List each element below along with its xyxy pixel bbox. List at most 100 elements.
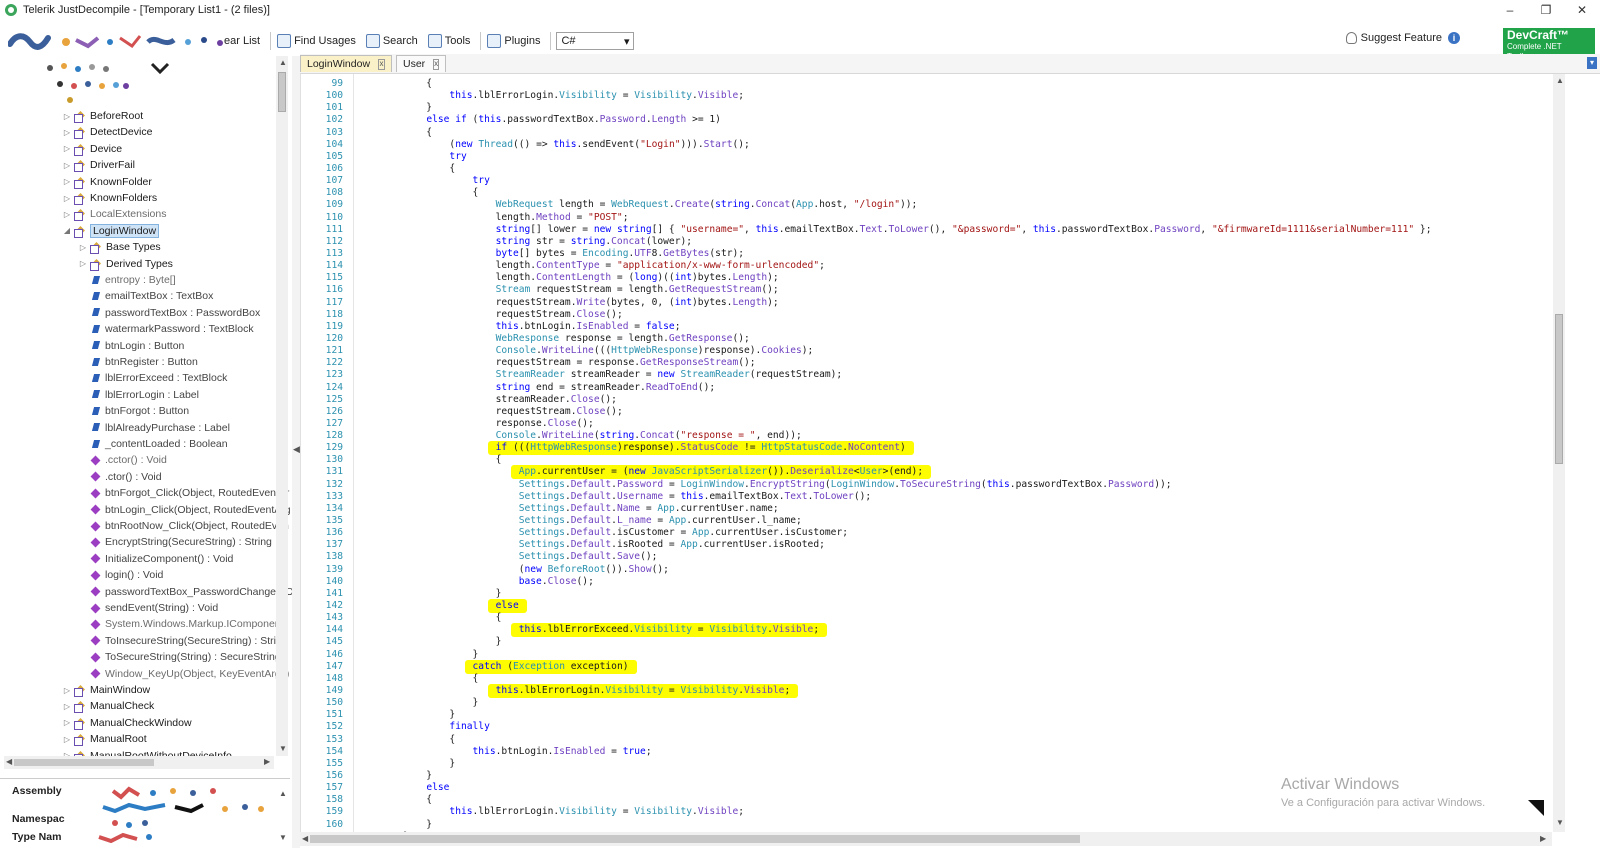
tree-item[interactable]: ◢ LoginWindow xyxy=(62,223,160,239)
code-line[interactable]: 104 (new Thread(() => this.sendEvent("Lo… xyxy=(301,139,1553,151)
panel-scroll-icon[interactable]: ▼ xyxy=(279,833,287,842)
code-line[interactable]: 128 Console.WriteLine(string.Concat("res… xyxy=(301,430,1553,442)
code-line[interactable]: 103 { xyxy=(301,127,1553,139)
close-tab-icon[interactable]: x xyxy=(378,58,385,70)
scrollbar-thumb[interactable] xyxy=(14,759,154,766)
code-line[interactable]: 119 this.btnLogin.IsEnabled = false; xyxy=(301,321,1553,333)
tree-item[interactable]: login() : Void xyxy=(78,567,163,583)
tree-vertical-scrollbar[interactable]: ▲ ▼ xyxy=(276,56,288,756)
tree-item[interactable]: ToInsecureString(SecureString) : String xyxy=(78,633,288,649)
code-line[interactable]: 137 Settings.Default.isRooted = App.curr… xyxy=(301,539,1553,551)
find-usages-button[interactable]: Find Usages xyxy=(274,30,359,52)
scrollbar-thumb[interactable] xyxy=(310,835,1080,843)
plugins-button[interactable]: Plugins xyxy=(484,30,543,52)
code-line[interactable]: 101 } xyxy=(301,102,1553,114)
code-line[interactable]: 120 WebResponse response = length.GetRes… xyxy=(301,333,1553,345)
tree-item[interactable]: ▷ KnownFolder xyxy=(62,174,152,190)
tree-item[interactable]: EncryptString(SecureString) : String xyxy=(78,534,272,550)
code-line[interactable]: 100 this.lblErrorLogin.Visibility = Visi… xyxy=(301,90,1553,102)
scroll-right-icon[interactable]: ▶ xyxy=(264,757,270,766)
code-line[interactable]: 141 } xyxy=(301,588,1553,600)
code-line[interactable]: 132 Settings.Default.Password = LoginWin… xyxy=(301,479,1553,491)
tree-horizontal-scrollbar[interactable]: ◀ ▶ xyxy=(4,756,274,769)
tree-item[interactable]: ▷ DriverFail xyxy=(62,157,135,173)
tree-item[interactable]: emailTextBox : TextBox xyxy=(78,288,213,304)
assembly-tree[interactable]: ▷ BeforeRoot ▷ DetectDevice ▷ Device ▷ DriverFa… xyxy=(0,56,292,771)
code-line[interactable]: 115 length.ContentLength = (long)((int)b… xyxy=(301,272,1553,284)
tree-item[interactable]: lblErrorLogin : Label xyxy=(78,387,199,403)
code-line[interactable]: 111 string[] lower = new string[] { "use… xyxy=(301,224,1553,236)
tree-item[interactable]: btnLogin_Click(Object, RoutedEventArg xyxy=(78,502,291,518)
code-line[interactable]: 122 requestStream = response.GetResponse… xyxy=(301,357,1553,369)
suggest-feature-link[interactable]: Suggest Feature i xyxy=(1345,32,1460,44)
code-line[interactable]: 123 StreamReader streamReader = new Stre… xyxy=(301,369,1553,381)
code-line[interactable]: 105 try xyxy=(301,151,1553,163)
code-line[interactable]: 126 requestStream.Close(); xyxy=(301,406,1553,418)
restore-button[interactable]: ❐ xyxy=(1528,0,1564,20)
close-button[interactable]: ✕ xyxy=(1564,0,1600,20)
code-line[interactable]: 117 requestStream.Write(bytes, 0, (int)b… xyxy=(301,297,1553,309)
scroll-up-icon[interactable]: ▲ xyxy=(279,58,287,67)
collapse-arrow-icon[interactable]: ◀ xyxy=(293,444,300,455)
tree-item[interactable]: ▷ BeforeRoot xyxy=(62,108,143,124)
tree-item[interactable]: entropy : Byte[] xyxy=(78,272,176,288)
expand-arrow-icon[interactable]: ▷ xyxy=(78,243,88,252)
code-line[interactable]: 121 Console.WriteLine(((HttpWebResponse)… xyxy=(301,345,1553,357)
code-line[interactable]: 153 { xyxy=(301,734,1553,746)
tab-user[interactable]: User x xyxy=(396,55,446,72)
tab-loginwindow[interactable]: LoginWindow x xyxy=(300,55,392,72)
scroll-left-icon[interactable]: ◀ xyxy=(6,757,12,766)
expand-arrow-icon[interactable]: ▷ xyxy=(62,128,72,137)
code-line[interactable]: 133 Settings.Default.Username = this.ema… xyxy=(301,491,1553,503)
code-line[interactable]: 116 Stream requestStream = length.GetReq… xyxy=(301,284,1553,296)
expand-arrow-icon[interactable]: ▷ xyxy=(62,210,72,219)
tree-item[interactable]: .ctor() : Void xyxy=(78,469,162,485)
tab-list-dropdown-icon[interactable]: ▾ xyxy=(1587,57,1597,69)
tree-item[interactable]: btnLogin : Button xyxy=(78,338,184,354)
code-line[interactable]: 155 } xyxy=(301,758,1553,770)
expand-arrow-icon[interactable]: ▷ xyxy=(62,702,72,711)
minimize-button[interactable]: – xyxy=(1492,0,1528,20)
code-line[interactable]: 145 } xyxy=(301,636,1553,648)
tree-item[interactable]: ▷ Derived Types xyxy=(78,256,173,272)
code-line[interactable]: 152 finally xyxy=(301,721,1553,733)
code-line[interactable]: 144 this.lblErrorExceed.Visibility = Vis… xyxy=(301,624,1553,636)
devcraft-banner[interactable]: DevCraft™ Complete .NET Toolbox xyxy=(1503,28,1595,61)
tree-item[interactable]: ToSecureString(String) : SecureString xyxy=(78,649,281,665)
expand-arrow-icon[interactable]: ▷ xyxy=(62,112,72,121)
tree-item[interactable]: btnRootNow_Click(Object, RoutedEven xyxy=(78,518,289,534)
code-line[interactable]: 102 else if (this.passwordTextBox.Passwo… xyxy=(301,114,1553,126)
panel-splitter[interactable]: ◀ xyxy=(292,56,300,848)
tree-item[interactable]: ▷ MainWindow xyxy=(62,682,150,698)
close-tab-icon[interactable]: x xyxy=(433,58,440,70)
expand-arrow-icon[interactable]: ▷ xyxy=(62,161,72,170)
code-line[interactable]: 125 streamReader.Close(); xyxy=(301,394,1553,406)
tree-item[interactable]: _contentLoaded : Boolean xyxy=(78,436,228,452)
expand-arrow-icon[interactable]: ▷ xyxy=(62,144,72,153)
code-line[interactable]: 150 } xyxy=(301,697,1553,709)
scroll-up-icon[interactable]: ▲ xyxy=(1556,76,1564,85)
tree-item[interactable]: sendEvent(String) : Void xyxy=(78,600,218,616)
language-select[interactable]: C# ▾ xyxy=(556,32,635,50)
tree-item[interactable]: .cctor() : Void xyxy=(78,452,167,468)
code-line[interactable]: 130 { xyxy=(301,454,1553,466)
code-line[interactable]: 112 string str = string.Concat(lower); xyxy=(301,236,1553,248)
code-line[interactable]: 114 length.ContentType = "application/x-… xyxy=(301,260,1553,272)
expand-arrow-icon[interactable]: ▷ xyxy=(62,735,72,744)
panel-scroll-icon[interactable]: ▲ xyxy=(279,789,287,798)
code-line[interactable]: 139 (new BeforeRoot()).Show(); xyxy=(301,564,1553,576)
code-line[interactable]: 136 Settings.Default.isCustomer = App.cu… xyxy=(301,527,1553,539)
tree-item[interactable]: ▷ LocalExtensions xyxy=(62,206,166,222)
expand-arrow-icon[interactable]: ▷ xyxy=(78,259,88,268)
code-line[interactable]: 134 Settings.Default.Name = App.currentU… xyxy=(301,503,1553,515)
tree-item[interactable]: Window_KeyUp(Object, KeyEventArgs) xyxy=(78,666,289,682)
tree-item[interactable]: lblErrorExceed : TextBlock xyxy=(78,370,227,386)
editor-horizontal-scrollbar[interactable]: ◀ ▶ xyxy=(300,832,1552,846)
tree-item[interactable]: ▷ KnownFolders xyxy=(62,190,157,206)
tree-item[interactable]: ▷ ManualCheck xyxy=(62,698,154,714)
scroll-down-icon[interactable]: ▼ xyxy=(279,744,287,753)
collapse-arrow-icon[interactable]: ◢ xyxy=(62,226,72,235)
expand-arrow-icon[interactable]: ▷ xyxy=(62,718,72,727)
search-button[interactable]: Search xyxy=(363,30,421,52)
code-line[interactable]: 109 WebRequest length = WebRequest.Creat… xyxy=(301,199,1553,211)
